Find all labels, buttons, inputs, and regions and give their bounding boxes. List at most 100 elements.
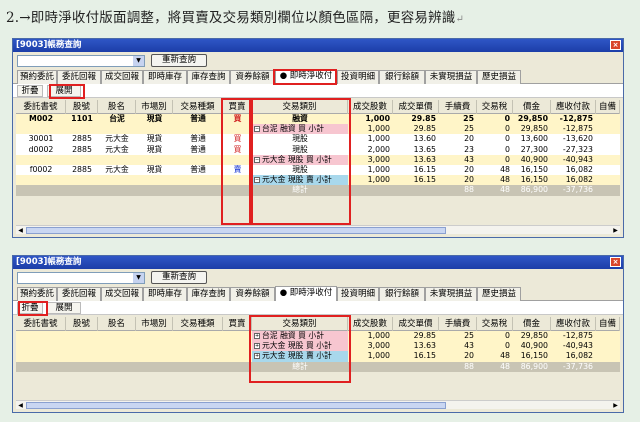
expand-row-icon[interactable]: + xyxy=(254,343,260,350)
scroll-left-icon[interactable]: ◀ xyxy=(16,401,25,410)
tab-8[interactable]: 銀行餘額 xyxy=(379,70,425,84)
horizontal-scrollbar[interactable]: ◀ ▶ xyxy=(16,400,620,409)
column-header[interactable]: 交易類別 xyxy=(252,100,348,114)
account-select[interactable]: ▼ xyxy=(17,55,145,67)
collapse-row-icon[interactable]: − xyxy=(254,126,260,133)
cell-type: + 元大金 現股 買 小計 xyxy=(252,341,348,352)
tab-10[interactable]: 歷史損益 xyxy=(477,287,521,301)
subtotal-row[interactable]: − 台泥 融資 買 小計 1,000 29.85 25 0 29,850 -12,875 xyxy=(16,124,620,135)
column-header[interactable]: 應收付款 xyxy=(551,100,596,114)
tab-9[interactable]: 未實現損益 xyxy=(425,287,477,301)
tab-5[interactable]: 資券餘額 xyxy=(230,70,275,84)
column-header[interactable]: 交易稅 xyxy=(477,317,513,331)
column-header[interactable]: 委託書號 xyxy=(16,317,66,331)
tab-0[interactable]: 預約委託 xyxy=(17,287,57,301)
tab-0[interactable]: 預約委託 xyxy=(17,70,57,84)
column-header[interactable]: 自備 xyxy=(596,100,620,114)
column-header[interactable]: 成交股數 xyxy=(348,100,393,114)
tab-2[interactable]: 成交回報 xyxy=(101,70,143,84)
table-row[interactable]: 30001 2885 元大金 現貨 普通 買 現股 1,000 13.60 20 0 13,600 -1… xyxy=(16,134,620,145)
column-header[interactable]: 交易稅 xyxy=(477,100,513,114)
scroll-right-icon[interactable]: ▶ xyxy=(611,226,620,235)
requery-button[interactable]: 重新查詢 xyxy=(151,271,207,284)
column-header[interactable]: 市場別 xyxy=(136,317,173,331)
tab-3[interactable]: 即時庫存 xyxy=(143,287,187,301)
column-header[interactable]: 交易種類 xyxy=(173,317,223,331)
tab-4[interactable]: 庫存查詢 xyxy=(187,70,230,84)
column-header[interactable]: 成交單價 xyxy=(393,100,439,114)
subtotal-row[interactable]: + 元大金 現股 賣 小計 1,000 16.15 20 48 16,150 16,082 xyxy=(16,351,620,362)
scroll-left-icon[interactable]: ◀ xyxy=(16,226,25,235)
column-header[interactable]: 手續費 xyxy=(439,100,477,114)
cell-tax: 48 xyxy=(500,361,510,371)
close-button[interactable]: × xyxy=(610,257,621,267)
column-header[interactable]: 成交股數 xyxy=(348,317,393,331)
horizontal-scrollbar[interactable]: ◀ ▶ xyxy=(16,225,620,234)
tab-1[interactable]: 委託回報 xyxy=(57,287,101,301)
column-header[interactable]: 價金 xyxy=(513,317,551,331)
subtotal-row[interactable]: − 元大金 現股 賣 小計 1,000 16.15 20 48 16,150 16,082 xyxy=(16,175,620,186)
cell-order: 30001 xyxy=(28,134,54,144)
tab-2[interactable]: 成交回報 xyxy=(101,287,143,301)
tab-6[interactable]: ● 即時淨收付 xyxy=(275,286,337,301)
expand-button[interactable]: 展開 xyxy=(47,85,81,97)
expand-row-icon[interactable]: + xyxy=(254,353,260,360)
column-header[interactable]: 買賣 xyxy=(223,100,252,114)
chevron-down-icon[interactable]: ▼ xyxy=(133,273,144,283)
column-header[interactable]: 價金 xyxy=(513,100,551,114)
tab-5[interactable]: 資券餘額 xyxy=(230,287,275,301)
column-header[interactable]: 應收付款 xyxy=(551,317,596,331)
tab-3[interactable]: 即時庫存 xyxy=(143,70,187,84)
column-header[interactable]: 股號 xyxy=(66,317,98,331)
cell-fee: 25 xyxy=(464,331,474,340)
column-header[interactable]: 買賣 xyxy=(223,317,252,331)
table-row[interactable]: f0002 2885 元大金 現貨 普通 賣 現股 1,000 16.15 20 48 16,150 1… xyxy=(16,164,620,176)
close-button[interactable]: × xyxy=(610,40,621,50)
collapse-row-icon[interactable]: − xyxy=(254,177,260,184)
column-header[interactable]: 交易種類 xyxy=(173,100,223,114)
expand-button[interactable]: 展開 xyxy=(47,302,81,314)
subtotal-row[interactable]: + 元大金 現股 買 小計 3,000 13.63 43 0 40,900 -40,943 xyxy=(16,341,620,352)
expand-collapse-bar: 折疊 展開 xyxy=(13,301,623,315)
column-header[interactable]: 成交單價 xyxy=(393,317,439,331)
column-header[interactable]: 手續費 xyxy=(439,317,477,331)
collapse-row-icon[interactable]: − xyxy=(254,156,260,163)
scroll-right-icon[interactable]: ▶ xyxy=(611,401,620,410)
tab-7[interactable]: 投資明細 xyxy=(337,70,379,84)
tab-9[interactable]: 未實現損益 xyxy=(425,70,477,84)
column-header[interactable]: 自備 xyxy=(596,317,620,331)
cell-type: 現股 xyxy=(292,164,308,174)
cell-market: 現貨 xyxy=(146,114,163,123)
cell-side: 買 xyxy=(233,134,242,144)
column-header[interactable]: 股名 xyxy=(98,317,136,331)
account-select[interactable]: ▼ xyxy=(17,272,145,284)
total-row[interactable]: 總計 88 48 86,900 -37,736 xyxy=(16,361,620,372)
cell-amount: 40,900 xyxy=(520,341,548,351)
table-row[interactable]: d0002 2885 元大金 現貨 普通 買 現股 2,000 13.65 23 0 27,300 -2… xyxy=(16,144,620,155)
column-header[interactable]: 股號 xyxy=(66,100,98,114)
column-header[interactable]: 交易類別 xyxy=(252,317,348,331)
chevron-down-icon[interactable]: ▼ xyxy=(133,56,144,66)
tab-8[interactable]: 銀行餘額 xyxy=(379,287,425,301)
tab-10[interactable]: 歷史損益 xyxy=(477,70,521,84)
subtotal-row[interactable]: + 台泥 融資 買 小計 1,000 29.85 25 0 29,850 -12,875 xyxy=(16,331,620,342)
cell-price: 13.63 xyxy=(413,341,436,351)
tab-4[interactable]: 庫存查詢 xyxy=(187,287,230,301)
collapse-button[interactable]: 折疊 xyxy=(17,85,43,97)
tab-7[interactable]: 投資明細 xyxy=(337,287,379,301)
tab-6[interactable]: ● 即時淨收付 xyxy=(275,69,337,84)
expand-row-icon[interactable]: + xyxy=(254,333,260,339)
tab-1[interactable]: 委託回報 xyxy=(57,70,101,84)
scroll-thumb[interactable] xyxy=(26,402,446,409)
column-header[interactable]: 股名 xyxy=(98,100,136,114)
column-header[interactable]: 委託書號 xyxy=(16,100,66,114)
column-header[interactable]: 市場別 xyxy=(136,100,173,114)
subtotal-row[interactable]: − 元大金 現股 買 小計 3,000 13.63 43 0 40,900 -40,943 xyxy=(16,154,620,165)
scroll-thumb[interactable] xyxy=(26,227,446,234)
collapse-button[interactable]: 折疊 xyxy=(17,302,43,314)
requery-button[interactable]: 重新查詢 xyxy=(151,54,207,67)
cell-market: 現貨 xyxy=(146,164,163,174)
cell-type: − 元大金 現股 買 小計 xyxy=(252,154,348,165)
total-row[interactable]: 總計 88 48 86,900 -37,736 xyxy=(16,185,620,196)
table-row[interactable]: M002 1101 台泥 現貨 普通 買 融資 1,000 29.85 25 0 29,850 -12,… xyxy=(16,114,620,125)
